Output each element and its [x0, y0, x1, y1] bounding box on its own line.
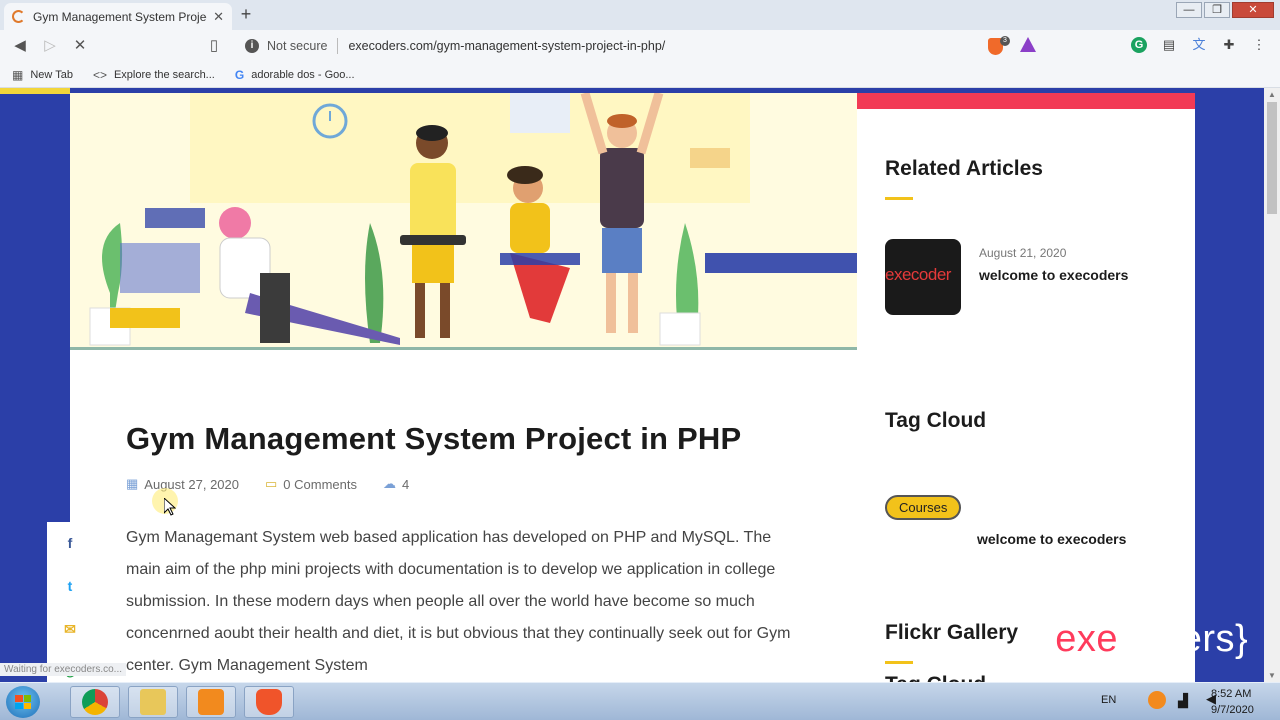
menu-kebab-icon[interactable]: ⋮: [1251, 37, 1267, 53]
translate-extension-icon[interactable]: 文: [1191, 37, 1207, 53]
page-scrollbar[interactable]: ▲ ▼: [1264, 88, 1280, 682]
sidebar: Related Articles execoder August 21, 202…: [857, 93, 1195, 682]
twitter-icon[interactable]: t: [47, 565, 93, 608]
not-secure-label: Not secure: [267, 39, 328, 53]
related-article-title[interactable]: welcome to execoders: [979, 267, 1128, 283]
browser-titlebar: Gym Management System Project ✕ + — ❐ ✕: [0, 0, 1280, 30]
tag-cloud-heading-2: Tag Cloud: [885, 673, 986, 682]
bookmark-new-tab[interactable]: ▦ New Tab: [12, 68, 73, 82]
grammarly-extension-icon[interactable]: G: [1131, 37, 1147, 53]
decorative-strip: [0, 88, 70, 94]
forward-button[interactable]: ▷: [40, 36, 60, 56]
bookmarks-bar: ▦ New Tab <> Explore the search... G ado…: [0, 62, 1280, 88]
post-comments[interactable]: 0 Comments: [283, 477, 357, 492]
network-icon[interactable]: ▟: [1178, 693, 1188, 709]
tab-close-icon[interactable]: ✕: [213, 9, 224, 25]
brave-icon: [256, 689, 282, 715]
scroll-down-icon[interactable]: ▼: [1264, 671, 1280, 680]
minimize-button[interactable]: —: [1176, 2, 1202, 18]
taskbar-brave[interactable]: [244, 686, 294, 718]
address-bar[interactable]: i Not secure execoders.com/gym-managemen…: [236, 34, 1044, 58]
related-article-date: August 21, 2020: [979, 246, 1067, 260]
execoders-logo[interactable]: {execoders}: [1042, 618, 1248, 661]
taskbar-chrome[interactable]: [70, 686, 120, 718]
post-title: Gym Management System Project in PHP: [126, 421, 742, 456]
windows-logo-icon: [15, 695, 31, 709]
email-icon[interactable]: ✉: [47, 608, 93, 651]
calendar-icon: ▦: [126, 476, 139, 491]
article-main: Gym Management System Project in PHP ▦ A…: [70, 93, 857, 682]
maximize-button[interactable]: ❐: [1204, 2, 1230, 18]
loading-spinner-icon: [12, 10, 25, 23]
browser-toolbar: ◀ ▷ ✕ ▯ i Not secure execoders.com/gym-m…: [0, 30, 1280, 62]
thumbnail-text: execoder: [885, 265, 951, 284]
comment-icon: ▭: [265, 476, 278, 491]
scroll-up-icon[interactable]: ▲: [1264, 90, 1280, 99]
tag-cloud-heading: Tag Cloud: [885, 409, 987, 432]
sublime-icon: [198, 689, 224, 715]
code-icon: <>: [92, 67, 107, 82]
window-controls: — ❐ ✕: [1176, 2, 1274, 18]
taskbar-explorer[interactable]: [128, 686, 178, 718]
bookmark-label: New Tab: [30, 68, 73, 81]
folder-icon: [140, 689, 166, 715]
related-articles-heading: Related Articles: [885, 157, 1043, 180]
heading-underline: [885, 661, 913, 664]
url-text[interactable]: execoders.com/gym-management-system-proj…: [348, 39, 665, 53]
bookmark-explore[interactable]: <> Explore the search...: [93, 68, 215, 82]
social-share-bar: f t ✉ ✆: [47, 522, 93, 682]
sidebar-accent-bar: [857, 93, 1195, 109]
start-button[interactable]: [6, 686, 40, 718]
stop-button[interactable]: ✕: [70, 36, 90, 56]
bookmark-label: adorable dos - Goo...: [251, 68, 355, 81]
grid-icon: ▦: [12, 67, 24, 82]
flickr-gallery-heading: Flickr Gallery: [885, 621, 1019, 644]
mouse-cursor-icon: [164, 498, 176, 516]
bookmark-icon[interactable]: ▯: [204, 36, 224, 56]
language-indicator[interactable]: EN: [1101, 694, 1116, 706]
tag-courses[interactable]: Courses: [885, 495, 962, 520]
taskbar-sublime[interactable]: [186, 686, 236, 718]
scroll-thumb[interactable]: [1267, 102, 1277, 214]
facebook-icon[interactable]: f: [47, 522, 93, 565]
status-bubble: Waiting for execoders.co...: [0, 663, 127, 676]
close-window-button[interactable]: ✕: [1232, 2, 1274, 18]
clock-date[interactable]: 9/7/2020: [1211, 704, 1254, 716]
heading-underline: [885, 197, 913, 200]
document-extension-icon[interactable]: ▤: [1161, 37, 1177, 53]
hero-illustration: [70, 93, 857, 350]
clock-time[interactable]: 8:52 AM: [1211, 688, 1251, 700]
windows-taskbar: EN ▟ ◀ 8:52 AM 9/7/2020: [0, 682, 1280, 720]
web-page: Gym Management System Project in PHP ▦ A…: [0, 88, 1280, 682]
bookmark-label: Explore the search...: [113, 68, 215, 81]
shield-count-badge: 3: [1000, 36, 1010, 46]
bookmark-google[interactable]: G adorable dos - Goo...: [235, 68, 355, 82]
google-icon: G: [234, 67, 245, 82]
new-tab-button[interactable]: +: [236, 5, 256, 25]
browser-tab[interactable]: Gym Management System Project ✕: [4, 3, 232, 30]
extensions-puzzle-icon[interactable]: ✚: [1221, 37, 1237, 53]
chrome-icon: [82, 689, 108, 715]
tab-title: Gym Management System Project: [33, 9, 208, 24]
tray-app-icon[interactable]: [1148, 691, 1166, 709]
address-divider: [337, 38, 339, 54]
cloud-download-icon: ☁: [383, 476, 396, 491]
post-body: Gym Managemant System web based applicat…: [126, 529, 791, 674]
info-icon[interactable]: i: [245, 39, 259, 53]
gym-illustration: [70, 93, 857, 347]
post-views: 4: [402, 476, 410, 492]
related-article-thumbnail[interactable]: execoder: [885, 239, 961, 315]
brave-rewards-icon[interactable]: [1020, 37, 1036, 52]
sidebar-article-link[interactable]: welcome to execoders: [977, 531, 1126, 547]
back-button[interactable]: ◀: [10, 36, 30, 56]
